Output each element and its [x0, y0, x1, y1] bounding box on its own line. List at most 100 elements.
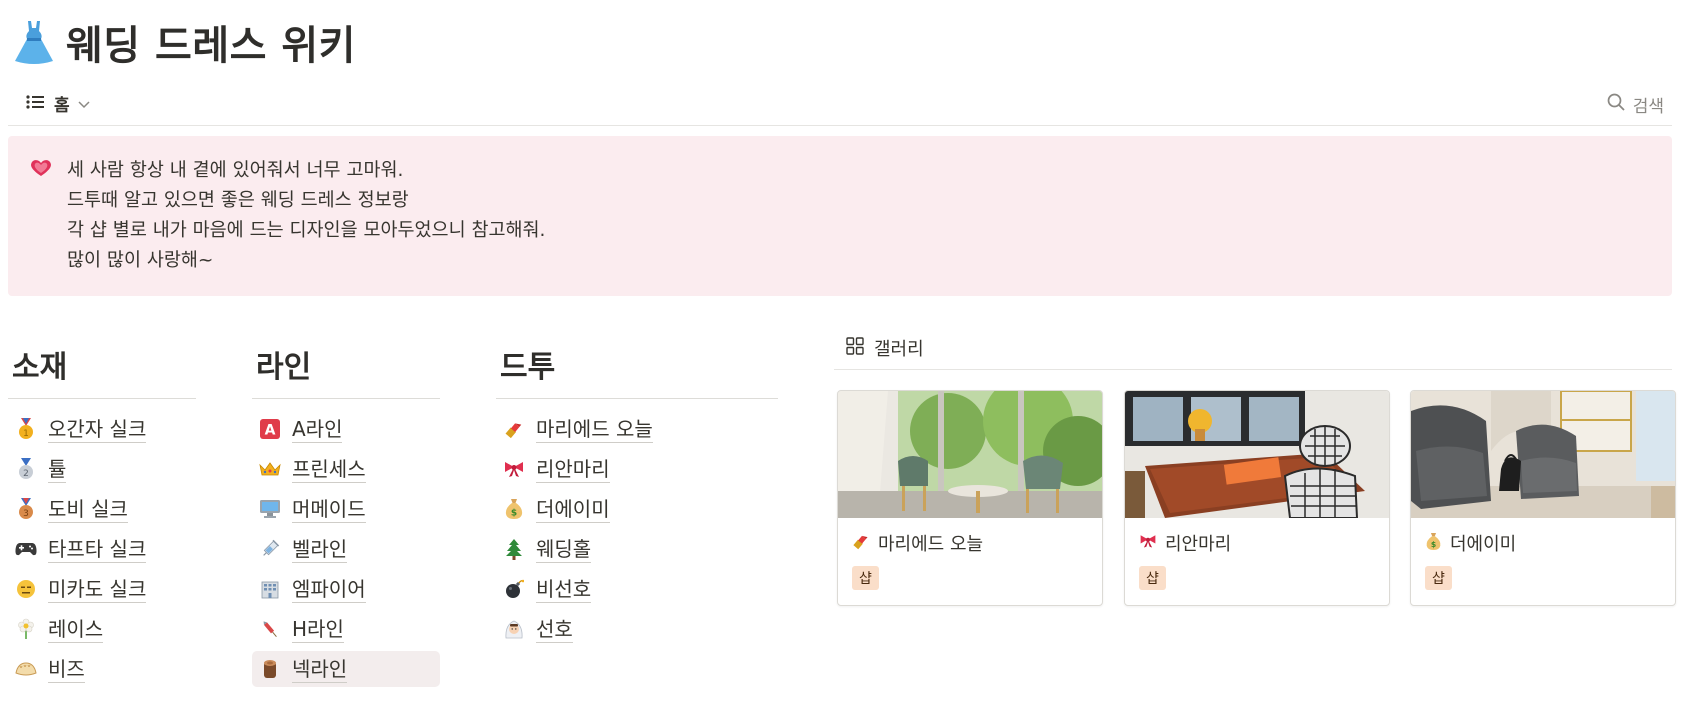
list-item[interactable]: 엠파이어: [252, 571, 440, 607]
list-item[interactable]: 타프타 실크: [8, 531, 196, 567]
letter-a-icon: A: [258, 417, 282, 441]
lipstick-icon: [502, 417, 526, 441]
view-bar: 홈 검색: [8, 82, 1672, 126]
list-item[interactable]: 마리에드 오늘: [496, 411, 778, 447]
building-icon: [258, 577, 282, 601]
firework-rocket-icon: [258, 617, 282, 641]
callout-line: 드투때 알고 있으면 좋은 웨딩 드레스 정보랑: [67, 190, 409, 211]
list-item[interactable]: 비선호: [496, 571, 778, 607]
view-tab-home[interactable]: 홈: [8, 86, 108, 122]
list-item-label: 비즈: [48, 656, 85, 683]
gamepad-icon: [14, 537, 38, 561]
table-and-chairs-photo: [1125, 391, 1389, 518]
list-item[interactable]: 비즈: [8, 651, 196, 687]
svg-text:$: $: [511, 509, 517, 519]
crown-icon: [258, 457, 282, 481]
tag-badge: 샵: [852, 566, 879, 590]
column-dress-tour: 드투 마리에드 오늘 리안마리 $ 더에이미 웨딩홀 비선호 선호: [496, 344, 778, 651]
column-heading: 소재: [12, 350, 68, 385]
callout-line: 각 샵 별로 내가 마음에 드는 디자인을 모아두었으니 참고해줘.: [67, 220, 546, 241]
tab-gallery[interactable]: 갤러리: [834, 335, 924, 361]
list-item-label: 레이스: [48, 616, 104, 643]
tag-badge: 샵: [1139, 566, 1166, 590]
callout: 세 사람 항상 내 곁에 있어줘서 너무 고마워. 드투때 알고 있으면 좋은 …: [8, 136, 1672, 296]
list-item-label: 비선호: [536, 576, 592, 603]
log-icon: [258, 657, 282, 681]
bride-icon: [502, 617, 526, 641]
callout-line: 세 사람 항상 내 곁에 있어줘서 너무 고마워.: [67, 160, 404, 181]
expressionless-face-icon: [14, 577, 38, 601]
ribbon-icon: [1139, 533, 1157, 553]
list-item[interactable]: 레이스: [8, 611, 196, 647]
list-item-label: 웨딩홀: [536, 536, 592, 563]
list-item-label: 리안마리: [536, 456, 610, 483]
silver-medal-icon: 2: [14, 457, 38, 481]
syringe-icon: [258, 537, 282, 561]
bomb-icon: [502, 577, 526, 601]
list-item[interactable]: 넥라인: [252, 651, 440, 687]
shop-window-chairs-photo: [838, 391, 1102, 518]
list-item[interactable]: 머메이드: [252, 491, 440, 527]
dress-icon[interactable]: [12, 18, 56, 66]
list-item[interactable]: 프린세스: [252, 451, 440, 487]
search-button[interactable]: 검색: [1607, 88, 1664, 120]
list-item-label: 더에이미: [536, 496, 610, 523]
list-item[interactable]: A A라인: [252, 411, 440, 447]
list-item-label: 도비 실크: [48, 496, 128, 523]
chevron-down-icon[interactable]: [78, 94, 90, 113]
list-item-label: 타프타 실크: [48, 536, 147, 563]
page-title: 웨딩 드레스 위키: [66, 23, 356, 69]
svg-text:1: 1: [23, 429, 29, 439]
card-title: 더에이미: [1450, 534, 1517, 555]
list-item-label: 머메이드: [292, 496, 366, 523]
list-item-label: H라인: [292, 616, 344, 643]
list-icon: [26, 94, 44, 114]
callout-text: 세 사람 항상 내 곁에 있어줘서 너무 고마워. 드투때 알고 있으면 좋은 …: [67, 156, 545, 276]
armchairs-room-photo: [1411, 391, 1675, 518]
svg-text:2: 2: [23, 469, 29, 479]
list-item[interactable]: 미카도 실크: [8, 571, 196, 607]
list-item-label: 튤: [48, 456, 67, 483]
column-material: 소재 1 오간자 실크 2튤 3 도비 실크 타프타 실크 미카도 실크 레이스 비…: [8, 344, 196, 691]
column-line: 라인 A A라인 프린세스 머메이드 벨라인 엠파이어 H라인 넥라인: [252, 344, 440, 691]
svg-text:A: A: [265, 423, 276, 439]
callout-line: 많이 많이 사랑해~: [67, 250, 214, 271]
list-item-label: 마리에드 오늘: [536, 416, 653, 443]
money-bag-icon: $: [1425, 532, 1442, 555]
dumpling-icon: [14, 657, 38, 681]
gold-medal-icon: 1: [14, 417, 38, 441]
gallery-tab-label: 갤러리: [874, 338, 924, 360]
list-item-label: A라인: [292, 416, 343, 443]
list-item[interactable]: 벨라인: [252, 531, 440, 567]
list-item[interactable]: $ 더에이미: [496, 491, 778, 527]
lipstick-icon: [852, 532, 870, 554]
column-heading: 드투: [500, 350, 556, 385]
list-item[interactable]: 리안마리: [496, 451, 778, 487]
list-item[interactable]: 3 도비 실크: [8, 491, 196, 527]
bronze-medal-icon: 3: [14, 497, 38, 521]
search-icon: [1607, 93, 1625, 115]
column-heading: 라인: [256, 350, 312, 385]
gallery-card[interactable]: $ 더에이미 샵: [1410, 390, 1676, 606]
card-title: 마리에드 오늘: [878, 534, 984, 555]
tag-badge: 샵: [1425, 566, 1452, 590]
list-item[interactable]: 1 오간자 실크: [8, 411, 196, 447]
list-item-label: 엠파이어: [292, 576, 366, 603]
svg-text:3: 3: [23, 509, 29, 519]
list-item[interactable]: 선호: [496, 611, 778, 647]
page-header: 웨딩 드레스 위키: [12, 14, 356, 70]
heart-icon: [30, 158, 52, 182]
computer-icon: [258, 497, 282, 521]
list-item[interactable]: 2튤: [8, 451, 196, 487]
gallery-card[interactable]: 리안마리 샵: [1124, 390, 1390, 606]
list-item[interactable]: 웨딩홀: [496, 531, 778, 567]
view-tab-label: 홈: [54, 96, 70, 116]
list-item-label: 넥라인: [292, 656, 348, 683]
search-label: 검색: [1632, 96, 1664, 117]
ribbon-icon: [502, 457, 526, 481]
list-item[interactable]: H라인: [252, 611, 440, 647]
gallery-card[interactable]: 마리에드 오늘 샵: [837, 390, 1103, 606]
svg-text:$: $: [1431, 540, 1436, 549]
money-bag-icon: $: [502, 497, 526, 521]
list-item-label: 오간자 실크: [48, 416, 147, 443]
